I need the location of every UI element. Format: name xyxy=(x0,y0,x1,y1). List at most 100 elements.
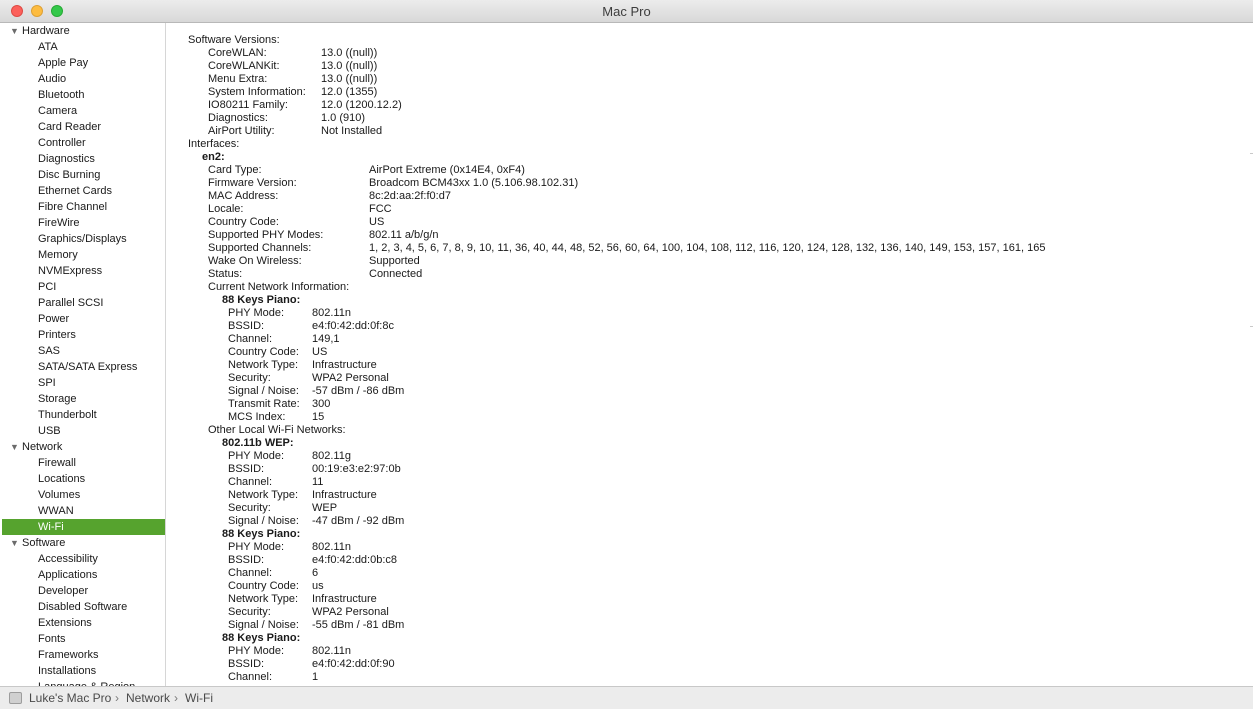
sidebar-item-extensions[interactable]: Extensions xyxy=(2,615,165,631)
sidebar-item-usb[interactable]: USB xyxy=(2,423,165,439)
sidebar-item-apple-pay[interactable]: Apple Pay xyxy=(2,55,165,71)
sidebar-item-disabled-software[interactable]: Disabled Software xyxy=(2,599,165,615)
sidebar-item-spi[interactable]: SPI xyxy=(2,375,165,391)
property-label: PHY Mode: xyxy=(228,645,285,657)
sidebar-item-applications[interactable]: Applications xyxy=(2,567,165,583)
section-heading: 88 Keys Piano: xyxy=(168,528,1253,541)
sidebar-item-parallel-scsi[interactable]: Parallel SCSI xyxy=(2,295,165,311)
property-label: Transmit Rate: xyxy=(228,398,300,410)
property-row: Locale: FCC xyxy=(168,203,1253,216)
sidebar-group-network[interactable]: ▼ Network xyxy=(2,439,165,455)
sidebar-item-thunderbolt[interactable]: Thunderbolt xyxy=(2,407,165,423)
group-heading: Interfaces: xyxy=(168,138,1253,151)
sidebar-item-firewire[interactable]: FireWire xyxy=(2,215,165,231)
property-label: 88 Keys Piano: xyxy=(222,528,301,540)
sidebar-item-nvmexpress[interactable]: NVMExpress xyxy=(2,263,165,279)
property-row: Country Code: us xyxy=(168,580,1253,593)
sidebar-item-pci[interactable]: PCI xyxy=(2,279,165,295)
sidebar-item-diagnostics[interactable]: Diagnostics xyxy=(2,151,165,167)
property-value: US xyxy=(312,346,328,358)
breadcrumb-item[interactable]: Wi-Fi xyxy=(185,691,213,705)
sidebar-item-fonts[interactable]: Fonts xyxy=(2,631,165,647)
sidebar-item-ata[interactable]: ATA xyxy=(2,39,165,55)
sidebar-item-installations[interactable]: Installations xyxy=(2,663,165,679)
sidebar-item-camera[interactable]: Camera xyxy=(2,103,165,119)
property-row: PHY Mode: 802.11n xyxy=(168,541,1253,554)
sidebar-item-controller[interactable]: Controller xyxy=(2,135,165,151)
sidebar[interactable]: ▼ Hardware ATA Apple Pay Audio Bluetooth Camer… xyxy=(2,23,166,686)
property-value: WPA2 Personal xyxy=(312,606,389,618)
property-label: Software Versions: xyxy=(188,34,280,46)
property-label: Network Type: xyxy=(228,593,299,605)
property-row: Firmware Version: Broadcom BCM43xx 1.0 (5… xyxy=(168,177,1253,190)
property-label: PHY Mode: xyxy=(228,307,285,319)
breadcrumb-item[interactable]: Network xyxy=(126,691,170,705)
disclosure-triangle-icon[interactable]: ▼ xyxy=(10,439,19,455)
property-value: 00:19:e3:e2:97:0b xyxy=(312,463,401,475)
sidebar-item-locations[interactable]: Locations xyxy=(2,471,165,487)
sidebar-item-developer[interactable]: Developer xyxy=(2,583,165,599)
sidebar-item-power[interactable]: Power xyxy=(2,311,165,327)
property-row: Channel: 11 xyxy=(168,476,1253,489)
property-row: Signal / Noise: -55 dBm / -81 dBm xyxy=(168,619,1253,632)
property-row: PHY Mode: 802.11g xyxy=(168,450,1253,463)
sidebar-item-card-reader[interactable]: Card Reader xyxy=(2,119,165,135)
property-value: Infrastructure xyxy=(312,489,377,501)
sidebar-item-frameworks[interactable]: Frameworks xyxy=(2,647,165,663)
property-value: 12.0 (1355) xyxy=(321,86,378,98)
disclosure-triangle-icon[interactable]: ▼ xyxy=(10,23,19,39)
property-row: Channel: 149,1 xyxy=(168,333,1253,346)
sidebar-item-wwan[interactable]: WWAN xyxy=(2,503,165,519)
sidebar-group-software[interactable]: ▼ Software xyxy=(2,535,165,551)
property-row: Security: WEP xyxy=(168,502,1253,515)
sidebar-item-printers[interactable]: Printers xyxy=(2,327,165,343)
detail-pane[interactable]: Software Versions: CoreWLAN: 13.0 ((null))… xyxy=(168,23,1253,686)
property-value: 802.11 a/b/g/n xyxy=(369,229,439,241)
sidebar-item-disc-burning[interactable]: Disc Burning xyxy=(2,167,165,183)
property-row: Card Type: AirPort Extreme (0x14E4, 0xF4) xyxy=(168,164,1253,177)
property-label: Diagnostics: xyxy=(208,112,268,124)
property-value: 8c:2d:aa:2f:f0:d7 xyxy=(369,190,451,202)
property-label: Country Code: xyxy=(208,216,279,228)
property-value: WEP xyxy=(312,502,338,514)
sidebar-item-ethernet-cards[interactable]: Ethernet Cards xyxy=(2,183,165,199)
property-label: 88 Keys Piano: xyxy=(222,294,301,306)
breadcrumb-item[interactable]: Luke's Mac Pro xyxy=(29,691,111,705)
property-value: US xyxy=(369,216,385,228)
property-value: 802.11n xyxy=(312,307,351,319)
property-row: Status: Connected xyxy=(168,268,1253,281)
property-label: MCS Index: xyxy=(228,411,286,423)
sidebar-item-accessibility[interactable]: Accessibility xyxy=(2,551,165,567)
property-value: us xyxy=(312,580,324,592)
property-label: Current Network Information: xyxy=(208,281,350,293)
sidebar-item-bluetooth[interactable]: Bluetooth xyxy=(2,87,165,103)
sidebar-group-hardware[interactable]: ▼ Hardware xyxy=(2,23,165,39)
sidebar-item-sas[interactable]: SAS xyxy=(2,343,165,359)
sidebar-item-sata-sata-express[interactable]: SATA/SATA Express xyxy=(2,359,165,375)
section-heading: 88 Keys Piano: xyxy=(168,294,1253,307)
sidebar-item-volumes[interactable]: Volumes xyxy=(2,487,165,503)
property-value: 13.0 ((null)) xyxy=(321,60,378,72)
sidebar-group-label: Hardware xyxy=(22,25,70,37)
property-value: Not Installed xyxy=(321,125,383,137)
sidebar-item-storage[interactable]: Storage xyxy=(2,391,165,407)
property-label: 88 Keys Piano: xyxy=(222,632,301,644)
sidebar-item-audio[interactable]: Audio xyxy=(2,71,165,87)
sidebar-item-fibre-channel[interactable]: Fibre Channel xyxy=(2,199,165,215)
property-row: Wake On Wireless: Supported xyxy=(168,255,1253,268)
disclosure-triangle-icon[interactable]: ▼ xyxy=(10,535,19,551)
sidebar-item-firewall[interactable]: Firewall xyxy=(2,455,165,471)
path-bar: Luke's Mac Pro › Network › Wi-Fi xyxy=(0,686,1253,709)
property-label: Signal / Noise: xyxy=(228,385,299,397)
property-label: MAC Address: xyxy=(208,190,279,202)
property-label: BSSID: xyxy=(228,554,265,566)
property-label: Network Type: xyxy=(228,359,299,371)
sidebar-item-language-region[interactable]: Language & Region xyxy=(2,679,165,686)
property-row: Channel: 1 xyxy=(168,671,1253,684)
section-heading: 88 Keys Piano: xyxy=(168,632,1253,645)
sidebar-item-memory[interactable]: Memory xyxy=(2,247,165,263)
property-value: 802.11n xyxy=(312,645,351,657)
sidebar-item-graphics-displays[interactable]: Graphics/Displays xyxy=(2,231,165,247)
sidebar-item-wi-fi[interactable]: Wi-Fi xyxy=(2,519,165,535)
property-value: Connected xyxy=(369,268,423,280)
